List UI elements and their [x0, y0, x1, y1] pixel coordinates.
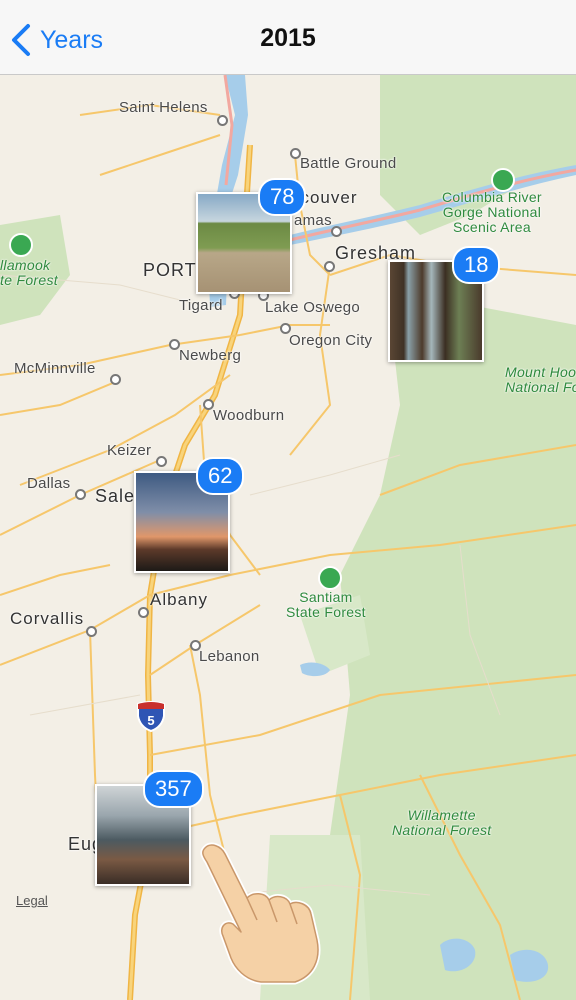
- city-label-newberg: Newberg: [179, 347, 242, 364]
- city-dot-keizer: [156, 456, 167, 467]
- city-label-oregon-city: Oregon City: [289, 332, 373, 349]
- legal-link[interactable]: Legal: [16, 893, 48, 908]
- tillamook-line-2: te Forest: [0, 272, 58, 288]
- forest-label-tillamook: llamook te Forest: [0, 258, 58, 288]
- willamette-line-1: Willamette: [407, 807, 476, 823]
- mount-hood-line-2: National Fo: [505, 379, 576, 395]
- city-label-salem: Sale: [95, 486, 136, 506]
- city-label-battle-ground: Battle Ground: [300, 155, 397, 172]
- tree-icon: [318, 566, 342, 590]
- city-dot-albany: [138, 607, 149, 618]
- photo-count-badge: 78: [258, 178, 307, 216]
- city-label-albany: Albany: [150, 590, 208, 609]
- columbia-line-2: Gorge National: [442, 204, 542, 220]
- city-label-woodburn: Woodburn: [213, 407, 285, 424]
- interstate-5-shield: 5: [137, 701, 165, 732]
- mount-hood-line-1: Mount Hoo: [505, 364, 576, 380]
- forest-label-mount-hood: Mount Hoo National Fo: [505, 365, 576, 395]
- city-label-mcminnville: McMinnville: [14, 360, 96, 377]
- page-title: 2015: [260, 24, 316, 52]
- columbia-line-3: Scenic Area: [452, 219, 531, 235]
- city-dot-mcminnville: [110, 374, 121, 385]
- tree-icon: [9, 233, 33, 257]
- forest-label-willamette: Willamette National Forest: [392, 808, 491, 838]
- city-label-portland: PORT: [143, 260, 197, 280]
- navigation-bar: Years 2015: [0, 0, 576, 75]
- photo-count-badge: 18: [452, 246, 501, 284]
- pointing-hand-icon: [200, 842, 321, 985]
- city-dot-corvallis: [86, 626, 97, 637]
- city-label-saint-helens: Saint Helens: [119, 99, 208, 116]
- tillamook-line-1: llamook: [0, 257, 51, 273]
- photo-count-badge: 62: [196, 457, 245, 495]
- santiam-line-1: Santiam: [299, 589, 353, 605]
- shield-number: 5: [147, 713, 154, 728]
- photo-cluster-portland[interactable]: 78: [196, 178, 316, 302]
- columbia-line-1: Columbia River: [442, 189, 542, 205]
- city-dot-gresham: [324, 261, 335, 272]
- city-label-lebanon: Lebanon: [199, 648, 260, 665]
- photo-count-badge: 357: [143, 770, 204, 808]
- city-label-keizer: Keizer: [107, 442, 152, 459]
- city-dot-dallas: [75, 489, 86, 500]
- city-dot-clackamas: [331, 226, 342, 237]
- santiam-line-2: State Forest: [286, 604, 366, 620]
- forest-label-columbia: Columbia River Gorge National Scenic Are…: [442, 190, 542, 235]
- city-label-corvallis: Corvallis: [10, 609, 85, 628]
- city-label-dallas: Dallas: [27, 475, 71, 492]
- willamette-line-2: National Forest: [392, 822, 492, 838]
- city-dot-saint-helens: [217, 115, 228, 126]
- photo-cluster-salem[interactable]: 62: [134, 457, 254, 581]
- forest-label-santiam: Santiam State Forest: [286, 590, 366, 620]
- photo-cluster-gresham[interactable]: 18: [388, 246, 508, 370]
